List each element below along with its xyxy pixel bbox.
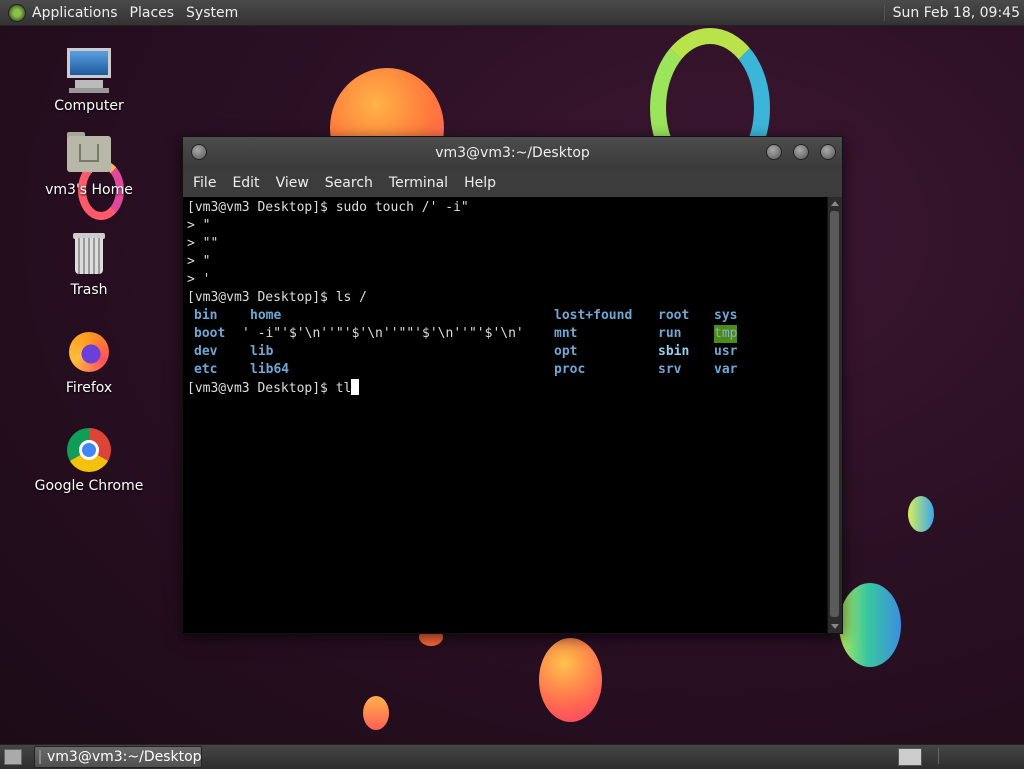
menu-file[interactable]: File xyxy=(183,175,224,191)
text-cursor xyxy=(351,379,360,395)
panel-tray xyxy=(938,748,1023,764)
ls-entry-sbin: sbin xyxy=(658,344,690,359)
panel-clock[interactable]: Sun Feb 18, 09:45 xyxy=(883,4,1024,21)
applications-logo-icon[interactable] xyxy=(8,3,26,22)
workspace-switcher[interactable] xyxy=(898,748,922,766)
home-folder-icon xyxy=(65,130,113,178)
trash-icon xyxy=(65,230,113,278)
ls-entry-root: root xyxy=(658,308,690,323)
terminal-line: > " xyxy=(187,254,211,269)
menu-places[interactable]: Places xyxy=(124,5,181,21)
terminal-scrollbar[interactable] xyxy=(827,197,842,633)
wallpaper-teal-blob xyxy=(908,496,934,532)
menu-system[interactable]: System xyxy=(180,5,244,21)
terminal-line: [vm3@vm3 Desktop]$ sudo touch /' -i" xyxy=(187,200,469,215)
desktop-icon-label: vm3's Home xyxy=(45,182,133,198)
terminal-line: > ' xyxy=(187,272,211,287)
ls-entry-lib64: lib64 xyxy=(250,362,290,377)
ls-entry-etc: etc xyxy=(194,362,218,377)
ls-entry-sys: sys xyxy=(714,308,738,323)
prompt-text: [vm3@vm3 Desktop]$ tl xyxy=(187,381,352,396)
desktop-icon-label: Firefox xyxy=(65,380,113,396)
ls-entry-proc: proc xyxy=(554,362,586,377)
wallpaper-orange-mid-blob xyxy=(539,638,602,722)
desktop-icon-label: Trash xyxy=(70,282,108,298)
desktop-icon-home[interactable]: vm3's Home xyxy=(34,130,144,198)
ls-entry-tmp: tmp xyxy=(714,325,738,343)
maximize-button[interactable] xyxy=(793,144,809,160)
ls-entry-srv: srv xyxy=(658,362,682,377)
ls-entry-var: var xyxy=(714,362,738,377)
ls-entry-lib: lib xyxy=(250,344,274,359)
ls-entry-usr: usr xyxy=(714,344,738,359)
desktop-icon-label: Google Chrome xyxy=(34,478,144,494)
terminal-titlebar[interactable]: vm3@vm3:~/Desktop xyxy=(183,137,842,169)
wallpaper-orange-small-blob xyxy=(363,696,389,730)
menu-search[interactable]: Search xyxy=(317,175,381,191)
ls-entry-run: run xyxy=(658,326,682,341)
menu-edit[interactable]: Edit xyxy=(224,175,267,191)
terminal-output[interactable]: [vm3@vm3 Desktop]$ sudo touch /' -i" > "… xyxy=(183,197,827,633)
terminal-window: vm3@vm3:~/Desktop File Edit View Search … xyxy=(182,136,843,634)
show-desktop-icon[interactable] xyxy=(4,749,22,765)
desktop-icon-computer[interactable]: Computer xyxy=(34,46,144,114)
ls-entry-dev: dev xyxy=(194,344,218,359)
scroll-up-arrow-icon[interactable] xyxy=(831,201,839,206)
menu-help[interactable]: Help xyxy=(456,175,504,191)
window-title: vm3@vm3:~/Desktop xyxy=(435,145,590,161)
ls-entry-bin: bin xyxy=(194,308,218,323)
taskbar-label: vm3@vm3:~/Desktop xyxy=(47,749,202,765)
taskbar-terminal-button[interactable]: vm3@vm3:~/Desktop xyxy=(34,746,202,768)
ls-entry-lost-found: lost+found xyxy=(554,308,633,323)
terminal-line: [vm3@vm3 Desktop]$ ls / xyxy=(187,290,368,305)
desktop-icon-chrome[interactable]: Google Chrome xyxy=(34,426,144,494)
ls-entry-home: home xyxy=(250,308,282,323)
menu-view[interactable]: View xyxy=(268,175,317,191)
terminal-line: > " xyxy=(187,218,211,233)
terminal-icon xyxy=(39,750,41,764)
ls-entry-opt: opt xyxy=(554,344,578,359)
bottom-panel: vm3@vm3:~/Desktop xyxy=(0,744,1024,769)
ls-entry-weird-file: ' -i"'$'\n''"'$'\n''""'$'\n''"'$'\n' xyxy=(242,326,524,341)
wallpaper-green-blob xyxy=(839,583,901,667)
terminal-line: > "" xyxy=(187,236,219,251)
ls-entry-mnt: mnt xyxy=(554,326,578,341)
minimize-button[interactable] xyxy=(766,144,782,160)
ls-entry-boot: boot xyxy=(194,326,226,341)
desktop-icon-firefox[interactable]: Firefox xyxy=(34,328,144,396)
firefox-icon xyxy=(65,328,113,376)
terminal-menubar: File Edit View Search Terminal Help xyxy=(183,169,842,197)
terminal-prompt-line[interactable]: [vm3@vm3 Desktop]$ tl xyxy=(187,379,360,398)
computer-icon xyxy=(65,46,113,94)
desktop-icon-label: Computer xyxy=(54,98,124,114)
menu-applications[interactable]: Applications xyxy=(26,5,124,21)
scrollbar-thumb[interactable] xyxy=(830,211,839,617)
top-panel: Applications Places System Sun Feb 18, 0… xyxy=(0,0,1024,26)
desktop-icon-trash[interactable]: Trash xyxy=(34,230,144,298)
menu-terminal[interactable]: Terminal xyxy=(381,175,456,191)
chrome-icon xyxy=(65,426,113,474)
close-button[interactable] xyxy=(820,144,836,160)
scroll-down-arrow-icon[interactable] xyxy=(831,624,839,629)
